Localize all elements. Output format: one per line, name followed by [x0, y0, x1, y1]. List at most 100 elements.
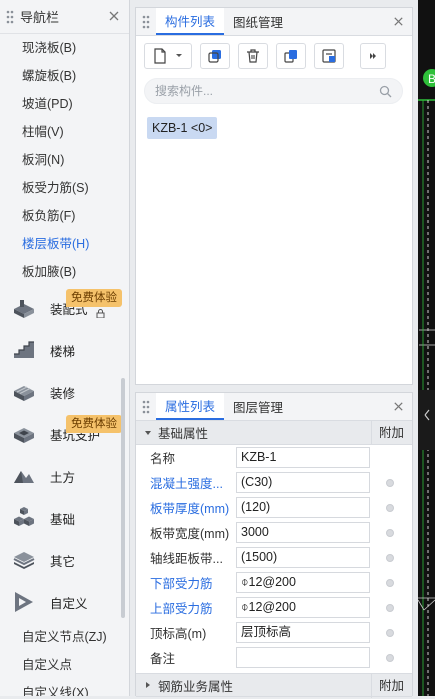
tab-layer-management[interactable]: 图层管理	[224, 393, 292, 420]
component-item-selected[interactable]: KZB-1 <0>	[147, 117, 218, 139]
property-name: 板带宽度(mm)	[150, 527, 230, 541]
property-name: 上部受力筋	[150, 602, 213, 616]
property-panel: 属性列表 图层管理 基础属性 附加 名称 KZB-1 混凝土强度... (C30…	[135, 392, 413, 698]
property-row: 备注	[136, 645, 412, 670]
section-rebar-properties[interactable]: 钢筋业务属性 附加	[136, 673, 412, 698]
category-label: 基础	[50, 512, 76, 527]
new-file-icon	[154, 48, 166, 64]
tab-drawing-management[interactable]: 图纸管理	[224, 8, 292, 35]
collapse-triangle-icon[interactable]	[144, 429, 152, 437]
expand-triangle-icon[interactable]	[144, 681, 152, 689]
section-title: 钢筋业务属性	[158, 679, 234, 694]
close-icon[interactable]	[392, 400, 405, 413]
category-label: 自定义	[50, 596, 88, 611]
copy-layer-button[interactable]	[276, 43, 306, 69]
nav-item[interactable]: 自定义线(X)	[0, 679, 129, 696]
nav-item[interactable]: 自定义节点(ZJ)	[0, 623, 129, 651]
prefab-icon	[11, 295, 37, 321]
stairs-icon	[11, 337, 37, 363]
chevron-down-icon[interactable]	[167, 52, 183, 60]
category-decoration[interactable]: 装修	[0, 371, 129, 413]
section-basic-properties[interactable]: 基础属性 附加	[136, 421, 412, 445]
extra-checkbox[interactable]	[386, 629, 394, 637]
property-row: 轴线距板带... (1500)	[136, 545, 412, 570]
foundation-icon	[11, 505, 37, 531]
drag-handle-icon[interactable]	[0, 0, 20, 34]
tab-property-list[interactable]: 属性列表	[156, 393, 225, 420]
property-name: 顶标高(m)	[150, 627, 207, 641]
trash-icon	[247, 49, 259, 63]
extra-checkbox[interactable]	[386, 654, 394, 662]
property-row: 板带厚度(mm) (120)	[136, 495, 412, 520]
close-icon[interactable]	[107, 9, 121, 23]
category-foundation[interactable]: 基础	[0, 497, 129, 539]
property-value[interactable]: (C30)	[236, 472, 370, 493]
category-prefab[interactable]: 装配式 免费体验	[0, 287, 129, 329]
extra-checkbox[interactable]	[386, 579, 394, 587]
nav-header: 导航栏	[0, 0, 129, 34]
property-rows: 名称 KZB-1 混凝土强度... (C30) 板带厚度(mm) (120) 板…	[136, 445, 412, 670]
category-custom[interactable]: 自定义	[0, 581, 129, 623]
property-row: 板带宽度(mm) 3000	[136, 520, 412, 545]
import-component-button[interactable]	[314, 43, 344, 69]
tab-component-list[interactable]: 构件列表	[156, 8, 225, 35]
property-name: 轴线距板带...	[150, 552, 223, 566]
custom-icon	[11, 589, 37, 615]
section-title: 基础属性	[158, 427, 209, 441]
extra-checkbox[interactable]	[386, 529, 394, 537]
free-trial-badge: 免费体验	[66, 289, 122, 307]
nav-scrollbar[interactable]	[121, 378, 125, 618]
component-toolbar	[136, 36, 412, 70]
nav-item[interactable]: 现浇板(B)	[0, 34, 129, 62]
drag-handle-icon[interactable]	[136, 393, 156, 421]
nav-item[interactable]: 自定义点	[0, 651, 129, 679]
delete-component-button[interactable]	[238, 43, 268, 69]
property-value[interactable]: 层顶标高	[236, 622, 370, 643]
extra-checkbox[interactable]	[386, 479, 394, 487]
extra-checkbox[interactable]	[386, 604, 394, 612]
nav-item[interactable]: 板加腋(B)	[0, 258, 129, 286]
property-value[interactable]: 3000	[236, 522, 370, 543]
new-component-button[interactable]	[144, 43, 192, 69]
navigation-panel: 导航栏 现浇板(B) 螺旋板(B) 坡道(PD) 柱帽(V) 板洞(N) 板受力…	[0, 0, 130, 696]
category-pit-support[interactable]: 基坑支护 免费体验	[0, 413, 129, 455]
property-value[interactable]: ⌽12@200	[236, 597, 370, 618]
extra-checkbox[interactable]	[386, 554, 394, 562]
copy-icon	[208, 50, 221, 63]
drawing-canvas[interactable]: B	[417, 0, 435, 696]
extra-checkbox[interactable]	[386, 504, 394, 512]
category-label: 其它	[50, 554, 76, 569]
earthwork-icon	[11, 463, 37, 489]
nav-item[interactable]: 板受力筋(S)	[0, 174, 129, 202]
property-name: 混凝土强度...	[150, 477, 223, 491]
property-value[interactable]: ⌽12@200	[236, 572, 370, 593]
nav-item[interactable]: 坡道(PD)	[0, 90, 129, 118]
property-value[interactable]: (1500)	[236, 547, 370, 568]
copy-component-button[interactable]	[200, 43, 230, 69]
nav-item-active[interactable]: 楼层板带(H)	[0, 230, 129, 258]
nav-item[interactable]: 板负筋(F)	[0, 202, 129, 230]
close-icon[interactable]	[392, 15, 405, 28]
nav-item[interactable]: 柱帽(V)	[0, 118, 129, 146]
lock-icon	[96, 309, 105, 318]
category-earthwork[interactable]: 土方	[0, 455, 129, 497]
category-label: 土方	[50, 470, 76, 485]
component-tabbar: 构件列表 图纸管理	[136, 8, 412, 36]
category-stairs[interactable]: 楼梯	[0, 329, 129, 371]
more-tools-button[interactable]	[360, 43, 386, 69]
column-header-extra: 附加	[371, 421, 413, 445]
category-list: 装配式 免费体验 楼梯 装修 基坑支护 免费体验 土方 基础 其它 自定义	[0, 287, 129, 623]
search-input[interactable]	[155, 84, 375, 98]
property-name: 备注	[150, 652, 176, 666]
drag-handle-icon[interactable]	[136, 8, 156, 36]
nav-item[interactable]: 螺旋板(B)	[0, 62, 129, 90]
nav-item[interactable]: 板洞(N)	[0, 146, 129, 174]
double-chevron-right-icon	[370, 53, 376, 59]
search-icon[interactable]	[379, 85, 392, 98]
category-other[interactable]: 其它	[0, 539, 129, 581]
nav-item-list: 现浇板(B) 螺旋板(B) 坡道(PD) 柱帽(V) 板洞(N) 板受力筋(S)…	[0, 34, 129, 286]
category-label: 楼梯	[50, 344, 76, 359]
property-value[interactable]: KZB-1	[236, 447, 370, 468]
property-value[interactable]: (120)	[236, 497, 370, 518]
property-value[interactable]	[236, 647, 370, 668]
